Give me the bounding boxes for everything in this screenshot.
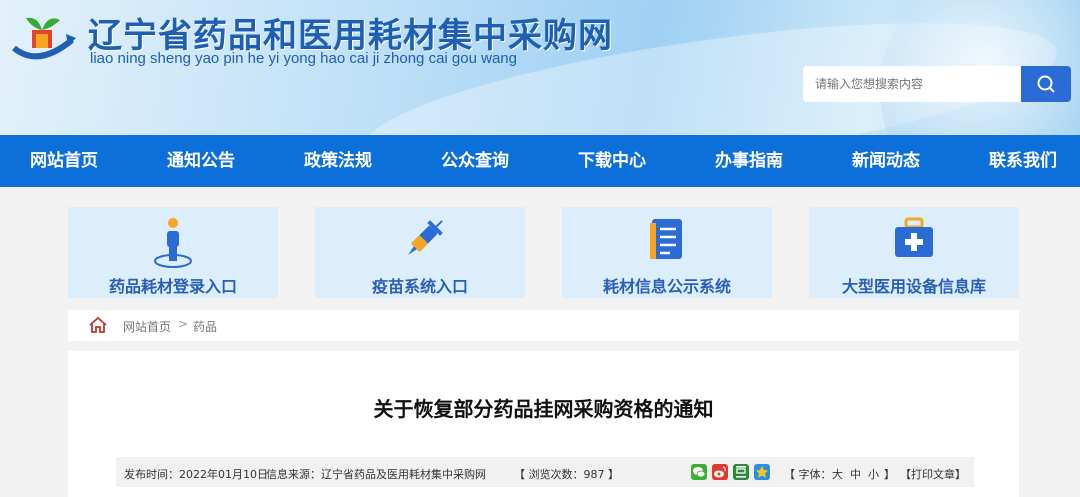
font-size-medium[interactable]: 中 xyxy=(850,466,861,482)
search-input[interactable] xyxy=(803,66,1021,102)
document-icon xyxy=(650,219,682,259)
card-label: 药品耗材登录入口 xyxy=(108,277,237,296)
qzone-share-icon[interactable] xyxy=(754,464,770,480)
person-pin-icon xyxy=(154,218,192,268)
breadcrumb: 网站首页 > 药品 xyxy=(68,310,1019,341)
card-vaccine-system[interactable]: 疫苗系统入口 xyxy=(315,207,525,298)
site-logo-icon[interactable] xyxy=(8,10,78,66)
publish-time: 发布时间：2022年01月10日 xyxy=(124,468,268,481)
search-button[interactable] xyxy=(1021,66,1071,102)
font-size-close: 】 xyxy=(884,468,895,481)
nav-item-downloads[interactable]: 下载中心 xyxy=(572,135,652,187)
search-icon xyxy=(1037,75,1055,93)
nav-item-guide[interactable]: 办事指南 xyxy=(709,135,789,187)
card-label: 大型医用设备信息库 xyxy=(841,277,986,296)
wechat-share-icon[interactable] xyxy=(691,464,707,480)
font-size-small[interactable]: 小 xyxy=(868,466,879,482)
info-source: 信息来源：辽宁省药品及医用耗材集中采购网 xyxy=(266,468,486,481)
article-panel: 关于恢复部分药品挂网采购资格的通知 发布时间：2022年01月10日 信息来源：… xyxy=(68,351,1019,497)
site-subtitle: liao ning sheng yao pin he yi yong hao c… xyxy=(90,50,517,67)
font-size-large[interactable]: 大 xyxy=(832,466,843,482)
syringe-icon xyxy=(408,220,443,255)
weibo-share-icon[interactable] xyxy=(712,464,728,480)
card-label: 耗材信息公示系统 xyxy=(602,277,731,296)
nav-item-home[interactable]: 网站首页 xyxy=(24,135,104,187)
site-header: 辽宁省药品和医用耗材集中采购网 liao ning sheng yao pin … xyxy=(0,0,1080,135)
card-consumables-disclosure[interactable]: 耗材信息公示系统 xyxy=(562,207,772,298)
card-medical-equipment-db[interactable]: 大型医用设备信息库 xyxy=(809,207,1019,298)
nav-item-policies[interactable]: 政策法规 xyxy=(298,135,378,187)
article-title: 关于恢复部分药品挂网采购资格的通知 xyxy=(373,397,714,421)
breadcrumb-current[interactable]: 药品 xyxy=(193,318,217,335)
main-nav: 网站首页 通知公告 政策法规 公众查询 下载中心 办事指南 新闻动态 联系我们 xyxy=(0,135,1080,187)
douban-share-icon[interactable] xyxy=(733,464,749,480)
nav-item-news[interactable]: 新闻动态 xyxy=(846,135,926,187)
breadcrumb-home[interactable]: 网站首页 xyxy=(123,318,171,335)
home-icon[interactable] xyxy=(88,316,108,334)
article-meta-bar: 发布时间：2022年01月10日 信息来源：辽宁省药品及医用耗材集中采购网 【 … xyxy=(116,457,974,487)
nav-item-notices[interactable]: 通知公告 xyxy=(161,135,241,187)
nav-item-contact[interactable]: 联系我们 xyxy=(983,135,1063,187)
card-label: 疫苗系统入口 xyxy=(371,277,468,296)
medical-kit-icon xyxy=(895,217,933,257)
print-article-button[interactable]: 【打印文章】 xyxy=(900,466,966,482)
card-drug-login[interactable]: 药品耗材登录入口 xyxy=(68,207,278,298)
breadcrumb-separator: > xyxy=(178,317,189,331)
view-count: 【 浏览次数：987 】 xyxy=(514,468,619,481)
nav-item-public-query[interactable]: 公众查询 xyxy=(435,135,515,187)
font-size-label: 【 字体： xyxy=(784,468,832,481)
